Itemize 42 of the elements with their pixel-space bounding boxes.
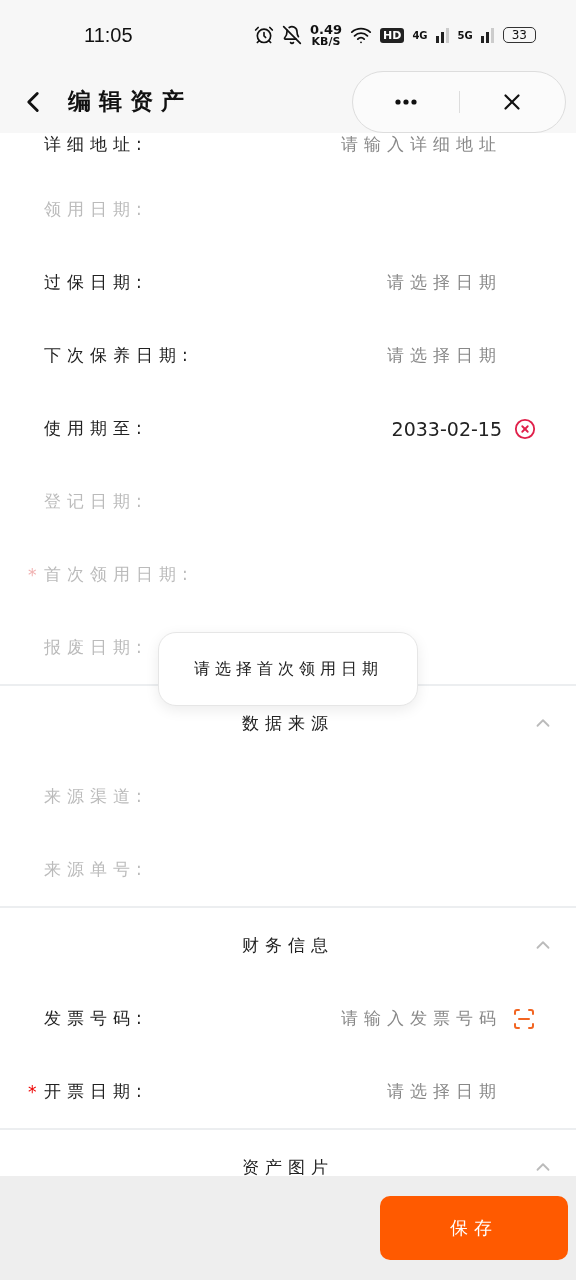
clear-button[interactable]	[514, 417, 536, 440]
network-type: 4G	[412, 29, 428, 41]
date-field[interactable]: 2033-02-15	[391, 417, 502, 440]
scan-icon	[512, 1006, 536, 1031]
section-title: 资产图片	[242, 1155, 334, 1176]
input-field[interactable]: 请选择日期	[387, 344, 502, 367]
field-label: 登记日期:	[44, 490, 148, 513]
required-mark: *	[28, 564, 38, 585]
field-label: 来源渠道:	[44, 785, 148, 808]
save-button[interactable]: 保存	[380, 1196, 568, 1260]
network-speed: 0.49	[309, 23, 343, 36]
field-label: 使用期至:	[44, 417, 148, 440]
battery-icon: 33	[502, 27, 536, 43]
network-type: 5G	[457, 29, 473, 41]
toast-message: 请选择首次领用日期	[158, 632, 418, 706]
section-title: 财务信息	[242, 933, 334, 957]
signal-icon	[480, 27, 495, 43]
clock-time: 11:05	[84, 23, 133, 47]
more-icon	[394, 98, 417, 105]
clear-icon	[514, 417, 536, 440]
page-title: 编辑资产	[68, 87, 192, 116]
field-label: 首次领用日期:	[44, 563, 194, 586]
scan-button[interactable]	[512, 1006, 536, 1031]
input-field[interactable]: 请输入详细地址	[341, 133, 502, 156]
field-label: 报废日期:	[44, 636, 148, 659]
field-label: 领用日期:	[44, 198, 148, 221]
field-label: 下次保养日期:	[44, 344, 194, 367]
field-label: 来源单号:	[44, 858, 148, 881]
mute-icon	[281, 25, 302, 45]
input-field[interactable]: 请选择日期	[387, 271, 502, 294]
signal-icon	[435, 27, 450, 43]
field-label: 开票日期:	[44, 1080, 148, 1103]
speed-unit: KB/S	[311, 36, 341, 47]
field-label: 过保日期:	[44, 271, 148, 294]
hd-badge: HD	[380, 27, 405, 43]
input-field[interactable]: 请选择日期	[387, 1080, 502, 1103]
field-label: 详细地址:	[44, 133, 148, 156]
field-label: 发票号码:	[44, 1007, 148, 1030]
input-field[interactable]: 请输入发票号码	[341, 1007, 502, 1030]
required-mark: *	[28, 1081, 38, 1102]
alarm-icon	[253, 25, 274, 45]
section-title: 数据来源	[242, 711, 334, 735]
